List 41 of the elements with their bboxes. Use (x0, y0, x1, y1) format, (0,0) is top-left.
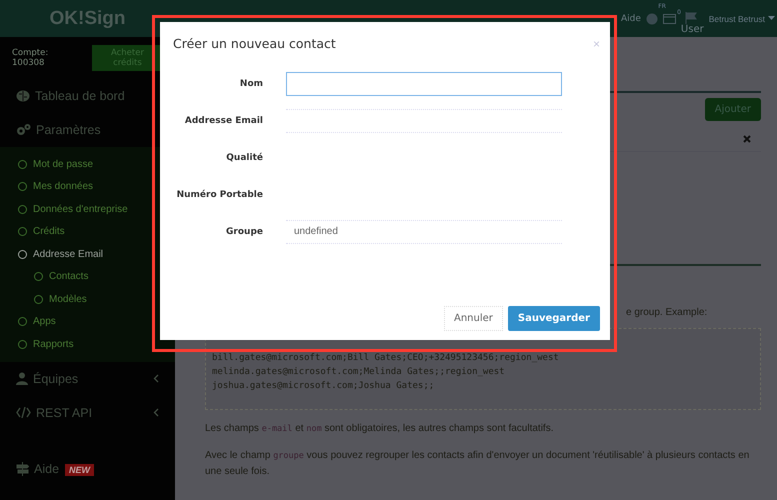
menu-item[interactable]: Apps (0, 310, 175, 333)
field-label: Addresse Email (184, 116, 263, 126)
chevron-icon (153, 374, 159, 383)
flag-icon[interactable] (685, 12, 700, 24)
field-label: Qualité (225, 152, 263, 162)
menu-item[interactable]: Mot de passe (0, 153, 175, 176)
logo: OK!Sign (0, 0, 175, 37)
input-field[interactable]: undefined (286, 220, 562, 244)
close-icon[interactable] (743, 134, 751, 142)
menu-item[interactable]: Données d'entreprise (0, 198, 175, 220)
menu-item[interactable]: Contacts (0, 266, 175, 288)
menu-item[interactable]: Addresse Email (0, 243, 175, 266)
menu-item[interactable]: Rapports (0, 333, 175, 356)
intro-text: e group. Example: (626, 307, 708, 318)
dialog-title: Créer un nouveau contact (173, 36, 336, 51)
gears-icon (16, 123, 31, 137)
help-link[interactable]: Aide (621, 14, 641, 24)
user-caption: User (680, 24, 704, 35)
sidebar-item[interactable]: REST API (0, 396, 175, 430)
field-label: Numéro Portable (176, 190, 263, 200)
menu-item[interactable]: Crédits (0, 220, 175, 243)
sidebar-item[interactable]: Paramètres (0, 113, 175, 147)
person-icon (16, 372, 28, 385)
signpost-icon (16, 462, 29, 476)
sidebar-item[interactable]: Équipes (0, 362, 175, 396)
user-menu[interactable]: Betrust Betrust (708, 14, 775, 24)
cancel-button[interactable]: Annuler (444, 306, 503, 331)
sidebar-item[interactable]: Tableau de bord (0, 79, 175, 113)
chevron-icon (153, 408, 159, 417)
save-button[interactable]: Sauvegarder (508, 306, 600, 331)
input-field[interactable] (286, 72, 562, 96)
code-icon (16, 407, 31, 418)
card-icon[interactable] (662, 14, 676, 24)
add-button[interactable]: Ajouter (704, 98, 761, 121)
field-label: Nom (238, 78, 263, 88)
account-label: Compte: 100308 (12, 48, 50, 68)
field-label: Groupe (225, 226, 263, 236)
sidebar-item[interactable]: Aide NEW (0, 452, 175, 486)
menu-item[interactable]: Modèles (0, 288, 175, 310)
menu-item[interactable]: Mes données (0, 176, 175, 198)
caret-icon[interactable] (768, 16, 775, 21)
